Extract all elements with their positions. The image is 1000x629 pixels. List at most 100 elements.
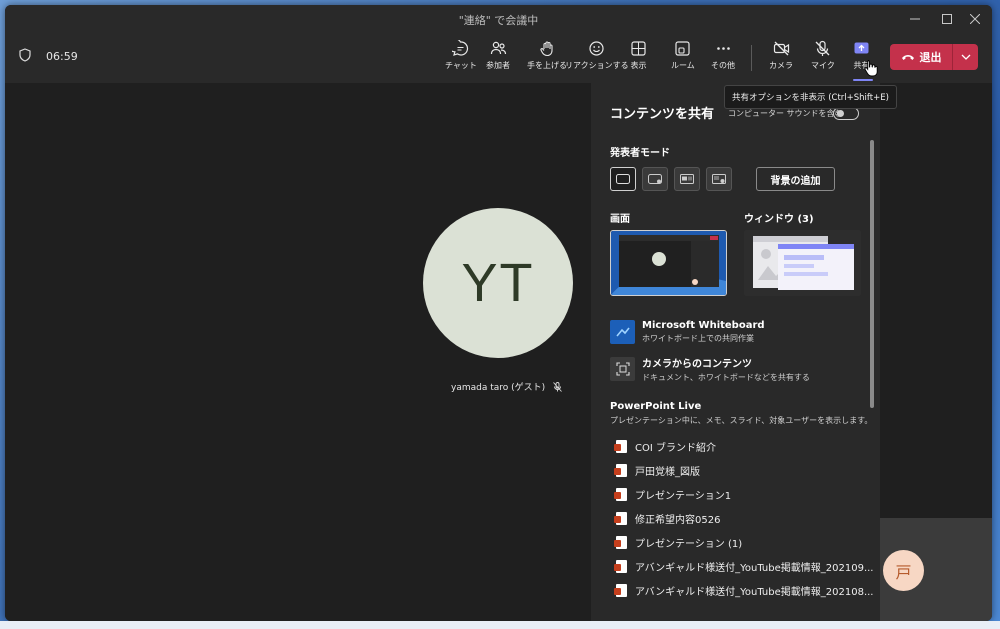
screen-heading: 画面: [610, 214, 630, 225]
camera-off-icon: [773, 41, 789, 56]
camera-content-title: カメラからのコンテンツ: [642, 359, 752, 370]
window-heading: ウィンドウ (3): [744, 214, 814, 225]
computer-sound-label: コンピューター サウンドを含む: [728, 109, 843, 118]
presenter-mode-heading: 発表者モード: [610, 148, 670, 159]
ppt-file-name: アバンギャルド様送付_YouTube掲載情報_202109...: [635, 562, 874, 574]
view-label: 表示: [630, 61, 647, 70]
powerpoint-file-icon: [614, 583, 627, 597]
ppt-file-item[interactable]: 戸田覚様_図版: [614, 460, 700, 480]
reporter-icon: [712, 174, 726, 184]
screen-share-thumbnail[interactable]: [610, 230, 727, 296]
camera-content-option[interactable]: カメラからのコンテンツ ドキュメント、ホワイトボードなどを共有する: [610, 354, 810, 384]
powerpoint-file-icon: [614, 439, 627, 453]
ppt-file-name: 修正希望内容0526: [635, 514, 721, 526]
leave-button-group: 退出: [890, 44, 978, 70]
taskbar-edge: [0, 621, 1000, 629]
hand-cursor-icon: [864, 60, 878, 77]
whiteboard-icon: [610, 320, 635, 344]
ppt-file-name: COI ブランド紹介: [635, 442, 716, 454]
teams-meeting-window: "連絡" で会議中 06:59 チャット 参加者 手を上げる リアクションする: [5, 5, 992, 621]
leave-options-button[interactable]: [952, 44, 978, 70]
camera-content-icon: [610, 357, 635, 381]
breakout-room-icon: [675, 41, 690, 56]
minimize-button[interactable]: [898, 5, 932, 33]
ppt-file-name: 戸田覚様_図版: [635, 466, 700, 478]
chat-label: チャット: [445, 61, 477, 70]
powerpoint-file-icon: [614, 535, 627, 549]
whiteboard-title: Microsoft Whiteboard: [642, 320, 765, 331]
side-by-side-icon: [680, 174, 694, 184]
more-icon: [716, 47, 730, 50]
powerpoint-file-icon: [614, 511, 627, 525]
smile-icon: [589, 41, 604, 56]
window-preview: [744, 230, 861, 296]
video-stage: YT yamada taro (ゲスト): [5, 83, 591, 621]
ppt-file-item[interactable]: アバンギャルド様送付_YouTube掲載情報_202109...: [614, 556, 874, 576]
presenter-mode-side-by-side[interactable]: [674, 167, 700, 191]
minimize-icon: [910, 18, 920, 20]
powerpoint-live-subtitle: プレゼンテーション中に、メモ、スライド、対象ユーザーを表示します。: [610, 416, 873, 425]
share-active-indicator: [853, 79, 873, 81]
chat-icon: [452, 40, 469, 56]
camera-label: カメラ: [769, 61, 793, 70]
close-icon: [970, 14, 980, 24]
grid-view-icon: [631, 41, 646, 56]
reactions-label: リアクションする: [565, 61, 629, 70]
people-icon: [490, 41, 506, 55]
powerpoint-file-icon: [614, 559, 627, 573]
powerpoint-file-icon: [614, 487, 627, 501]
raise-hand-button[interactable]: 手を上げる: [527, 40, 567, 80]
toolbar-divider: [751, 45, 752, 71]
presenter-mode-content-only[interactable]: [610, 167, 636, 191]
mic-button[interactable]: マイク: [811, 40, 835, 80]
screen-preview: [611, 231, 726, 295]
more-button[interactable]: その他: [711, 40, 735, 80]
participant-name-row: yamada taro (ゲスト): [451, 380, 562, 393]
presenter-mode-reporter[interactable]: [706, 167, 732, 191]
panel-scrollbar[interactable]: [870, 140, 874, 408]
ppt-file-item[interactable]: アバンギャルド様送付_YouTube掲載情報_202108...: [614, 580, 874, 600]
whiteboard-option[interactable]: Microsoft Whiteboard ホワイトボード上での共同作業: [610, 317, 765, 347]
side-participant-avatar: 戸: [883, 550, 924, 591]
title-bar: "連絡" で会議中: [5, 5, 992, 33]
reactions-button[interactable]: リアクションする: [565, 40, 629, 80]
ppt-file-item[interactable]: プレゼンテーション (1): [614, 532, 743, 552]
content-only-icon: [616, 174, 630, 184]
participants-button[interactable]: 参加者: [486, 40, 510, 80]
ppt-file-item[interactable]: COI ブランド紹介: [614, 436, 716, 456]
leave-button[interactable]: 退出: [890, 44, 952, 70]
participant-avatar: YT: [423, 208, 573, 358]
window-title: "連絡" で会議中: [458, 14, 539, 27]
close-window-button[interactable]: [958, 5, 992, 33]
chat-button[interactable]: チャット: [445, 40, 477, 80]
window-share-thumbnail[interactable]: [744, 230, 861, 296]
panel-title: コンテンツを共有: [610, 107, 715, 122]
camera-content-subtitle: ドキュメント、ホワイトボードなどを共有する: [642, 373, 810, 382]
whiteboard-subtitle: ホワイトボード上での共同作業: [642, 334, 754, 343]
add-background-button[interactable]: 背景の追加: [756, 167, 835, 191]
share-icon: [854, 42, 869, 54]
powerpoint-file-icon: [614, 463, 627, 477]
shield-icon: [19, 48, 31, 62]
ppt-file-name: プレゼンテーション (1): [635, 538, 743, 550]
presenter-mode-standout[interactable]: [642, 167, 668, 191]
ppt-file-name: プレゼンテーション1: [635, 490, 732, 502]
share-tooltip: 共有オプションを非表示 (Ctrl+Shift+E): [724, 85, 897, 109]
meeting-toolbar: 06:59 チャット 参加者 手を上げる リアクションする 表示 ルーム その他: [5, 33, 992, 83]
share-content-panel: コンテンツを共有 コンピューター サウンドを含む 発表者モード 背景の追加 画面…: [591, 83, 880, 621]
view-button[interactable]: 表示: [630, 40, 647, 80]
ppt-file-name: アバンギャルド様送付_YouTube掲載情報_202108...: [635, 586, 874, 598]
mic-off-icon: [815, 40, 830, 56]
raise-hand-icon: [539, 41, 553, 57]
raise-hand-label: 手を上げる: [527, 61, 567, 70]
hang-up-icon: [901, 55, 914, 60]
mic-off-icon: [553, 381, 562, 392]
ppt-file-item[interactable]: 修正希望内容0526: [614, 508, 721, 528]
participants-label: 参加者: [486, 61, 510, 70]
chevron-down-icon: [961, 54, 970, 60]
mic-label: マイク: [811, 61, 835, 70]
rooms-button[interactable]: ルーム: [671, 40, 695, 80]
ppt-file-item[interactable]: プレゼンテーション1: [614, 484, 732, 504]
powerpoint-live-heading: PowerPoint Live: [610, 401, 702, 412]
camera-button[interactable]: カメラ: [769, 40, 793, 80]
